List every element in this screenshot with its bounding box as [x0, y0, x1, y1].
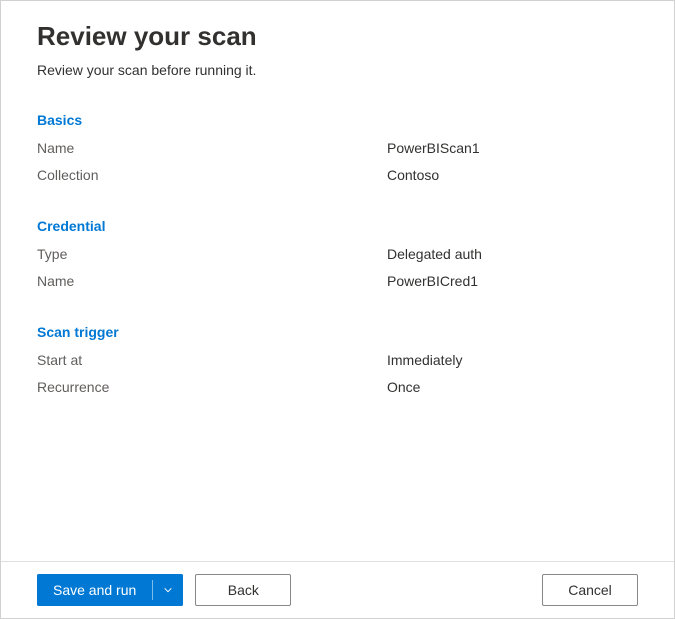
save-and-run-dropdown[interactable] — [153, 574, 183, 606]
page-subtitle: Review your scan before running it. — [37, 62, 638, 78]
row-name: Name PowerBIScan1 — [37, 138, 638, 159]
section-header-scan-trigger: Scan trigger — [37, 324, 638, 340]
save-and-run-button[interactable]: Save and run — [37, 574, 152, 606]
section-credential: Credential Type Delegated auth Name Powe… — [37, 218, 638, 292]
value-start-at: Immediately — [387, 350, 462, 371]
row-recurrence: Recurrence Once — [37, 377, 638, 398]
label-recurrence: Recurrence — [37, 377, 387, 398]
back-button[interactable]: Back — [195, 574, 291, 606]
page-title: Review your scan — [37, 21, 638, 52]
footer: Save and run Back Cancel — [1, 561, 674, 618]
value-type: Delegated auth — [387, 244, 482, 265]
save-and-run-split-button: Save and run — [37, 574, 183, 606]
row-start-at: Start at Immediately — [37, 350, 638, 371]
row-collection: Collection Contoso — [37, 165, 638, 186]
cancel-button[interactable]: Cancel — [542, 574, 638, 606]
value-name: PowerBIScan1 — [387, 138, 480, 159]
row-cred-name: Name PowerBICred1 — [37, 271, 638, 292]
value-recurrence: Once — [387, 377, 420, 398]
section-basics: Basics Name PowerBIScan1 Collection Cont… — [37, 112, 638, 186]
chevron-down-icon — [163, 585, 173, 595]
section-header-basics: Basics — [37, 112, 638, 128]
value-cred-name: PowerBICred1 — [387, 271, 478, 292]
section-scan-trigger: Scan trigger Start at Immediately Recurr… — [37, 324, 638, 398]
label-name: Name — [37, 138, 387, 159]
value-collection: Contoso — [387, 165, 439, 186]
label-collection: Collection — [37, 165, 387, 186]
row-type: Type Delegated auth — [37, 244, 638, 265]
label-cred-name: Name — [37, 271, 387, 292]
label-type: Type — [37, 244, 387, 265]
review-scan-panel: Review your scan Review your scan before… — [1, 1, 674, 561]
label-start-at: Start at — [37, 350, 387, 371]
section-header-credential: Credential — [37, 218, 638, 234]
footer-left: Save and run Back — [37, 574, 291, 606]
